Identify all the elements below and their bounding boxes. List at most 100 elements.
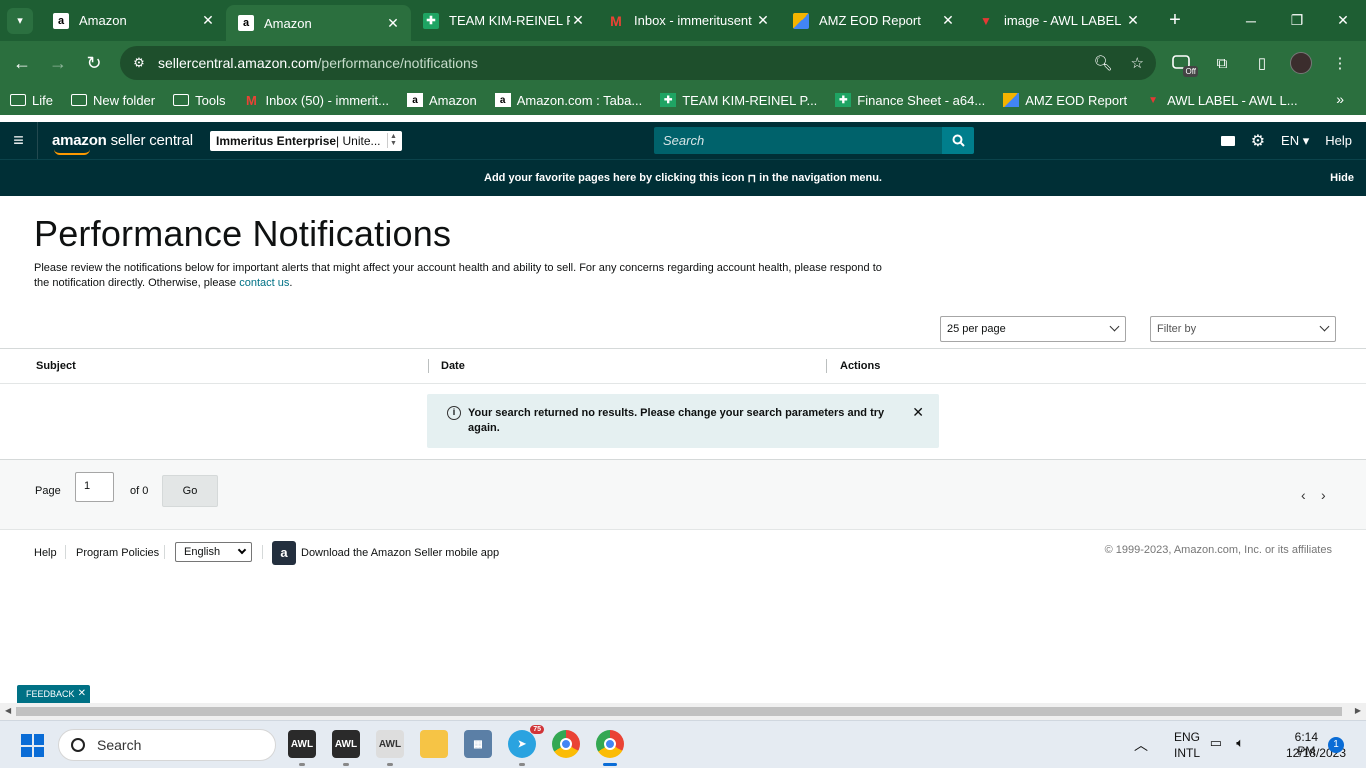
per-page-select[interactable]: 25 per page (940, 316, 1126, 342)
minimize-icon[interactable]: ─ (1228, 0, 1274, 41)
bookmark-amazon[interactable]: a Amazon (407, 93, 477, 108)
zoom-icon[interactable]: 🔍︎ (1094, 54, 1113, 72)
amazon-smile-icon (54, 149, 90, 155)
bookmark-star-icon[interactable]: ☆ (1131, 54, 1144, 72)
chevron-up-icon[interactable]: ︿ (1134, 735, 1148, 755)
footer-language-select[interactable]: English (175, 542, 252, 562)
tab-amazon-1[interactable]: a Amazon ✕ (41, 0, 226, 41)
awl-app-icon[interactable]: AWL (376, 730, 404, 766)
bookmark-team-kim-reinel[interactable]: ✚ TEAM KIM-REINEL P... (660, 93, 817, 108)
feedback-label: FEEDBACK (26, 689, 75, 699)
close-icon[interactable]: ✕ (385, 15, 401, 32)
site-info-icon[interactable]: ⚙ (120, 55, 158, 71)
tab-awl-label[interactable]: ▼ image - AWL LABEL ✕ (966, 0, 1151, 41)
scroll-left-icon[interactable]: ◀ (5, 706, 11, 715)
volume-icon[interactable]: 🔈︎ (1236, 735, 1244, 751)
download-app-link[interactable]: Download the Amazon Seller mobile app (301, 547, 499, 559)
tab-inbox[interactable]: M Inbox - immeritusent ✕ (596, 0, 781, 41)
hamburger-menu-icon[interactable]: ≡ (0, 122, 38, 159)
url-host: sellercentral.amazon.com (158, 55, 318, 71)
chrome-icon[interactable] (552, 730, 580, 758)
extensions-puzzle-icon[interactable]: ⧉ (1210, 51, 1234, 75)
close-icon[interactable]: ✕ (200, 12, 216, 29)
hide-favbar-button[interactable]: Hide (1330, 172, 1354, 184)
seller-central-logo[interactable]: amazon seller central (52, 132, 193, 155)
telegram-icon[interactable]: ➤ 75 (508, 725, 544, 766)
chrome-profile-icon[interactable] (596, 730, 624, 766)
windows-taskbar: Search AWL AWL AWL ▦ ➤ 75 ︿ ENG INTL ▭ 🔈︎… (0, 720, 1366, 768)
chevron-right-icon[interactable]: › (1321, 487, 1326, 503)
contact-us-link[interactable]: contact us (239, 277, 289, 289)
bookmark-finance-sheet[interactable]: ✚ Finance Sheet - a64... (835, 93, 985, 108)
tab-amz-eod-report[interactable]: AMZ EOD Report ✕ (781, 0, 966, 41)
account-switcher[interactable]: Immeritus Enterprise | Unite... ▲ ▼ (210, 131, 402, 151)
bookmark-amazon-taba[interactable]: a Amazon.com : Taba... (494, 93, 642, 108)
tab-search-button[interactable]: ▾ (7, 7, 33, 34)
amazon-app-icon[interactable]: a (272, 541, 296, 565)
side-panel-icon[interactable]: ▯ (1250, 51, 1274, 75)
search-input[interactable]: Search (654, 127, 942, 154)
mail-icon[interactable] (1220, 135, 1235, 146)
notification-badge[interactable]: 1 (1328, 737, 1344, 753)
bookmark-tools[interactable]: Tools (173, 93, 225, 108)
search-button[interactable] (942, 127, 974, 154)
tab-amazon-2[interactable]: a Amazon ✕ (226, 5, 411, 41)
back-icon[interactable]: ← (4, 45, 40, 81)
amazon-icon: a (407, 93, 423, 107)
windows-start-icon[interactable] (21, 734, 44, 757)
forward-icon[interactable]: → (40, 45, 76, 81)
awl-app-icon[interactable]: AWL (332, 730, 360, 766)
sheets-icon: ✚ (660, 93, 677, 107)
feedback-tab[interactable]: FEEDBACK ✕ (17, 685, 90, 703)
bookmark-new-folder[interactable]: New folder (70, 93, 155, 108)
close-icon[interactable]: ✕ (912, 405, 924, 420)
reload-icon[interactable]: ↻ (76, 45, 112, 81)
page-number-input[interactable]: 1 (75, 472, 114, 502)
column-subject[interactable]: Subject (36, 360, 76, 372)
table-header: Subject Date Actions (0, 349, 1366, 384)
gear-icon[interactable]: ⚙ (1251, 131, 1265, 151)
help-link[interactable]: Help (1325, 133, 1352, 148)
lang-code[interactable]: ENG (1174, 730, 1200, 744)
restore-icon[interactable]: ❐ (1274, 0, 1320, 41)
more-bookmarks-icon[interactable]: » (1336, 91, 1344, 107)
scrollbar-thumb[interactable] (16, 707, 1342, 716)
column-date[interactable]: Date (441, 360, 465, 372)
program-policies-link[interactable]: Program Policies (76, 547, 159, 559)
close-icon[interactable]: ✕ (570, 12, 586, 29)
report-icon (1003, 93, 1020, 107)
bookmark-awl-label[interactable]: ▼ AWL LABEL - AWL L... (1145, 93, 1297, 108)
tab-team-kim-reinel[interactable]: ✚ TEAM KIM-REINEL PR ✕ (411, 0, 596, 41)
description-text: Please review the notifications below fo… (34, 262, 882, 289)
close-icon[interactable]: ✕ (78, 685, 86, 703)
profile-avatar[interactable] (1290, 52, 1312, 74)
network-icon[interactable]: ▭ (1210, 735, 1222, 751)
close-icon[interactable]: ✕ (1125, 12, 1141, 29)
taskbar-search[interactable]: Search (58, 729, 276, 761)
chevron-left-icon[interactable]: ‹ (1301, 487, 1306, 503)
bookmark-inbox[interactable]: M Inbox (50) - immerit... (243, 93, 389, 108)
language-selector[interactable]: EN ▾ (1281, 133, 1309, 149)
close-window-icon[interactable]: ✕ (1320, 0, 1366, 41)
go-button[interactable]: Go (162, 475, 218, 507)
awl-app-icon[interactable]: AWL (288, 730, 316, 766)
window-controls: ─ ❐ ✕ (1228, 0, 1366, 41)
bookmark-life[interactable]: Life (10, 93, 53, 108)
bookmark-amz-eod-report[interactable]: AMZ EOD Report (1003, 93, 1127, 108)
bookmark-label: Tools (195, 92, 226, 108)
pagination: Page 1 of 0 Go ‹ › (0, 460, 1366, 530)
horizontal-scrollbar[interactable]: ◀ ▶ (0, 703, 1366, 720)
file-explorer-icon[interactable] (420, 730, 448, 758)
address-bar[interactable]: ⚙ sellercentral.amazon.com/performance/n… (120, 46, 1156, 80)
calculator-icon[interactable]: ▦ (464, 730, 492, 758)
lang-layout[interactable]: INTL (1174, 746, 1200, 760)
filter-select[interactable]: Filter by (1150, 316, 1336, 342)
scroll-right-icon[interactable]: ▶ (1355, 706, 1361, 715)
info-icon: i (447, 406, 461, 420)
menu-kebab-icon[interactable]: ⋮ (1328, 51, 1352, 75)
footer-help-link[interactable]: Help (34, 547, 57, 559)
close-icon[interactable]: ✕ (940, 12, 956, 29)
new-tab-button[interactable]: + (1161, 9, 1189, 32)
extension-off-icon[interactable]: Off (1170, 51, 1198, 77)
close-icon[interactable]: ✕ (755, 12, 771, 29)
